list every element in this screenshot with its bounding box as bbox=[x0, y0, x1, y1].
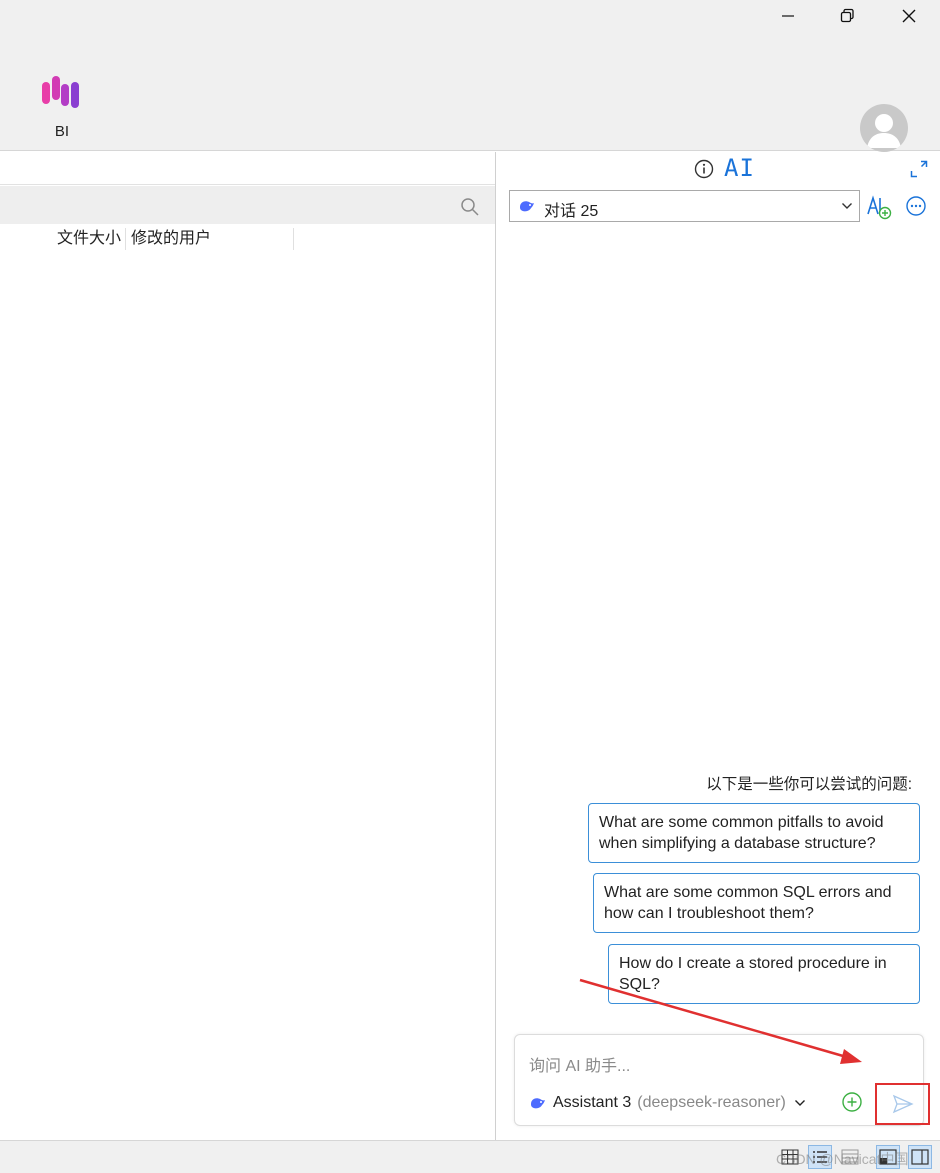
deepseek-whale-icon bbox=[520, 201, 534, 212]
close-button[interactable] bbox=[881, 0, 937, 32]
column-divider[interactable] bbox=[125, 228, 126, 250]
column-divider[interactable] bbox=[293, 228, 294, 250]
add-circle-icon[interactable] bbox=[841, 1091, 863, 1113]
suggestion-chip[interactable]: What are some common pitfalls to avoid w… bbox=[588, 803, 920, 863]
toggle-right-pane-button[interactable] bbox=[908, 1145, 932, 1169]
watermark-text: CSDN @Navicat中国 bbox=[776, 1151, 909, 1167]
window-title-bar bbox=[0, 0, 940, 32]
send-button[interactable] bbox=[875, 1083, 930, 1125]
user-avatar[interactable] bbox=[860, 104, 908, 152]
deepseek-whale-icon bbox=[531, 1098, 545, 1109]
model-id: (deepseek-reasoner) bbox=[637, 1094, 786, 1111]
ai-panel-title: AI bbox=[724, 154, 755, 182]
avatar-icon bbox=[867, 114, 901, 148]
more-options-icon[interactable] bbox=[905, 195, 927, 217]
model-selector[interactable]: Assistant 3 (deepseek-reasoner) bbox=[529, 1091, 806, 1115]
new-ai-chat-icon[interactable] bbox=[866, 194, 892, 220]
conversation-selected-label: 对话 25 bbox=[544, 203, 599, 220]
suggestion-chip[interactable]: How do I create a stored procedure in SQ… bbox=[608, 944, 920, 1004]
chevron-down-icon bbox=[794, 1100, 805, 1106]
model-name: Assistant 3 bbox=[553, 1094, 632, 1111]
search-bar[interactable] bbox=[0, 186, 495, 224]
expand-icon[interactable] bbox=[910, 160, 928, 178]
ai-panel-header: AI bbox=[496, 152, 940, 186]
restore-button[interactable] bbox=[819, 0, 875, 32]
suggestions-heading: 以下是一些你可以尝试的问题: bbox=[706, 776, 912, 793]
ai-assistant-panel: AI 对话 25 以下是一些你可以尝试的问题: What are some co… bbox=[496, 152, 940, 1140]
restore-icon bbox=[840, 8, 854, 23]
status-bar: CSDN @Navicat中国 bbox=[0, 1140, 940, 1173]
info-icon[interactable] bbox=[694, 159, 714, 179]
left-panel-header bbox=[0, 152, 495, 185]
ai-input-box: Assistant 3 (deepseek-reasoner) bbox=[514, 1034, 930, 1126]
column-header-modified-by[interactable]: 修改的用户 bbox=[131, 226, 211, 252]
search-icon[interactable] bbox=[460, 197, 480, 217]
minimize-button[interactable] bbox=[760, 0, 816, 32]
right-pane-icon bbox=[911, 1149, 929, 1165]
column-header-file-size[interactable]: 文件大小 bbox=[57, 226, 121, 252]
bi-logo-icon bbox=[42, 76, 79, 108]
main-toolbar: BI bbox=[0, 32, 940, 152]
close-icon bbox=[902, 9, 916, 23]
bi-label: BI bbox=[54, 123, 70, 140]
chevron-down-icon bbox=[842, 203, 852, 209]
file-list-panel: 文件大小 修改的用户 bbox=[0, 152, 495, 1140]
ai-question-input[interactable] bbox=[529, 1055, 909, 1079]
minimize-icon bbox=[782, 15, 794, 17]
conversation-select[interactable]: 对话 25 bbox=[509, 190, 860, 222]
send-icon bbox=[892, 1094, 914, 1114]
suggestion-chip[interactable]: What are some common SQL errors and how … bbox=[593, 873, 920, 933]
